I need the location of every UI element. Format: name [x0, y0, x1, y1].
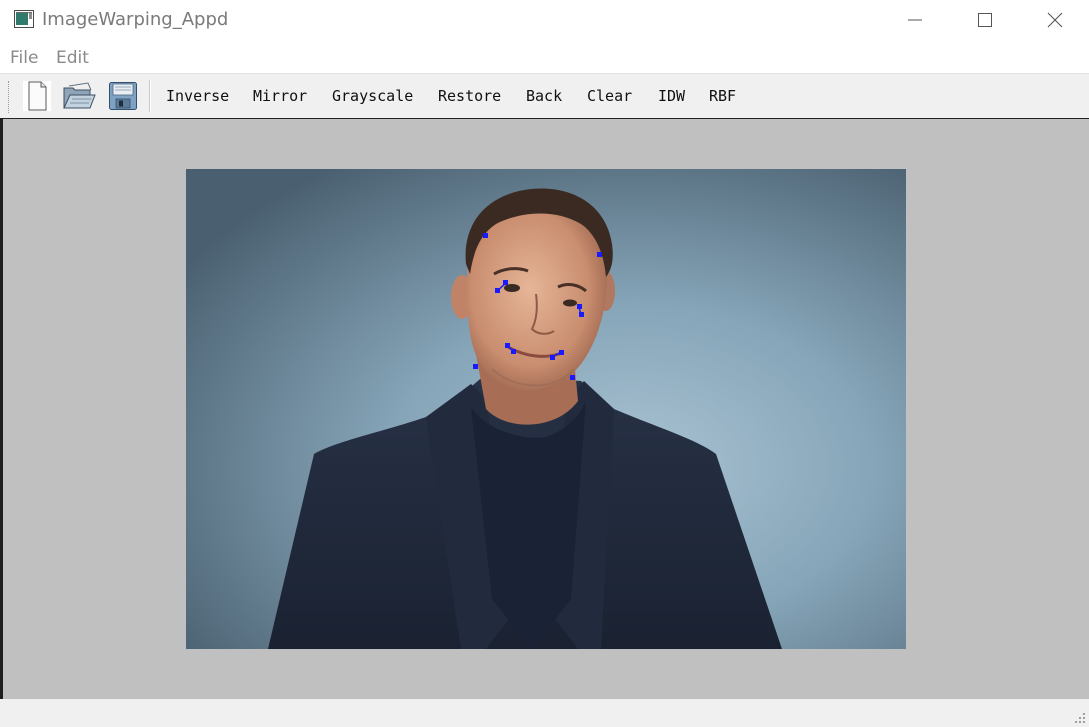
save-floppy-icon: [109, 82, 137, 110]
resize-grip-icon[interactable]: [1074, 712, 1086, 724]
maximize-icon: [978, 13, 992, 27]
menu-bar: File Edit: [0, 44, 1089, 72]
window-title: ImageWarping_Appd: [42, 9, 229, 30]
open-file-button[interactable]: [62, 79, 96, 113]
toolbar: Inverse Mirror Grayscale Restore Back Cl…: [0, 73, 1089, 119]
rbf-button[interactable]: RBF: [709, 87, 736, 105]
minimize-button[interactable]: [880, 0, 950, 40]
status-bar: [0, 699, 1089, 727]
toolbar-grip[interactable]: [8, 81, 12, 113]
inverse-button[interactable]: Inverse: [166, 87, 229, 105]
app-window: ImageWarping_Appd File Edit Inverse Mirr…: [0, 0, 1089, 727]
portrait-image[interactable]: [186, 169, 906, 649]
minimize-icon: [908, 19, 922, 21]
grayscale-button[interactable]: Grayscale: [332, 87, 413, 105]
clear-button[interactable]: Clear: [587, 87, 632, 105]
open-folder-icon: [63, 82, 96, 109]
app-icon: [14, 10, 34, 28]
restore-button[interactable]: Restore: [438, 87, 501, 105]
back-button[interactable]: Back: [526, 87, 562, 105]
menu-file[interactable]: File: [10, 48, 38, 68]
toolbar-separator: [149, 80, 151, 112]
menu-edit[interactable]: Edit: [56, 48, 89, 68]
idw-button[interactable]: IDW: [658, 87, 685, 105]
save-file-button[interactable]: [106, 79, 140, 113]
new-file-button[interactable]: [20, 79, 54, 113]
new-file-icon: [23, 81, 51, 111]
image-view[interactable]: [186, 169, 906, 649]
maximize-button[interactable]: [950, 0, 1020, 40]
title-bar[interactable]: ImageWarping_Appd: [0, 0, 1089, 42]
close-icon: [1047, 12, 1063, 28]
mirror-button[interactable]: Mirror: [253, 87, 307, 105]
close-button[interactable]: [1020, 0, 1089, 40]
